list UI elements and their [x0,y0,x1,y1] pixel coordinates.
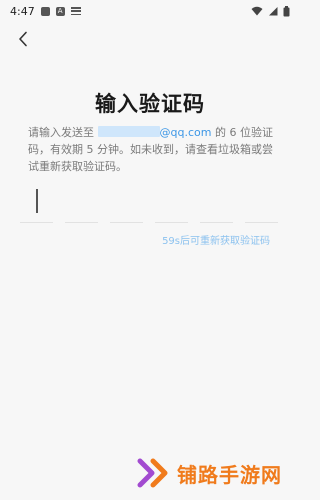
email-domain: @qq.com [159,126,212,139]
masked-email [97,126,160,137]
double-chevron-logo-icon [137,458,168,488]
status-right [251,5,290,17]
page-title: 输入验证码 [95,92,205,116]
battery-icon [283,5,290,16]
status-bar: 4:47 A [0,0,300,22]
verification-code-input[interactable] [20,184,278,223]
status-time: 4:47 [10,4,35,18]
code-digit-2[interactable] [65,184,98,223]
notification-a-icon: A [55,6,65,16]
code-digit-4[interactable] [155,184,188,223]
resend-code-link[interactable]: 59s后可重新获取验证码 [162,232,270,247]
back-button[interactable] [12,28,34,50]
code-digit-3[interactable] [110,184,143,223]
status-left: 4:47 A [10,5,81,18]
wifi-icon [251,6,263,16]
notification-lines-icon [70,7,81,15]
watermark-text: 铺路手游网 [177,462,282,487]
code-digit-5[interactable] [200,184,233,223]
code-digit-6[interactable] [245,184,278,223]
chevron-left-icon [19,31,27,47]
description-prefix: 请输入发送至 [28,126,98,139]
notification-icon [40,6,50,16]
watermark: 铺路手游网 [137,458,282,488]
signal-icon [269,7,278,16]
code-digit-1[interactable] [20,184,53,223]
verification-description: 请输入发送至 @qq.com 的 6 位验证码，有效期 5 分钟。如未收到，请查… [28,124,278,175]
